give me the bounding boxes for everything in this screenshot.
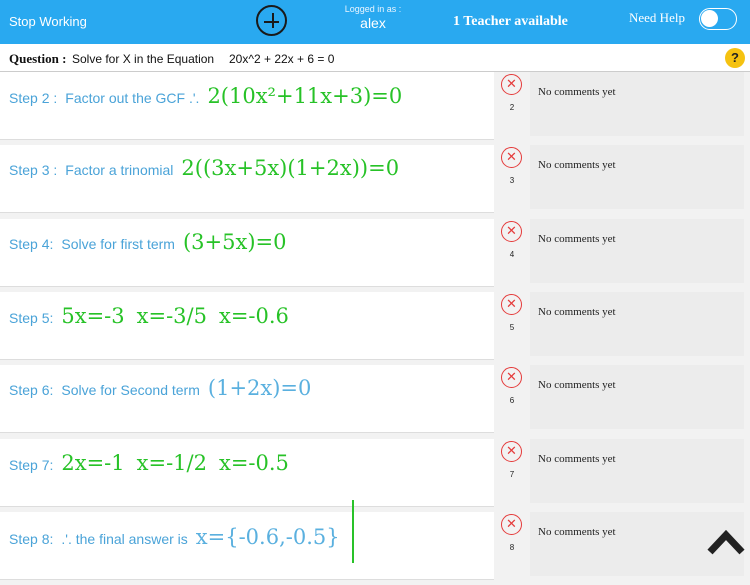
comment-box[interactable]: No comments yet: [530, 365, 744, 430]
step-number: 3: [509, 176, 515, 186]
step-math-expression: x={-0.6,-0.5}: [195, 524, 340, 549]
username: alex: [360, 15, 386, 31]
step-cell[interactable]: Step 3 : Factor a trinomial 2((3x+5x)(1+2x…: [0, 145, 494, 214]
chevron-up-icon[interactable]: [706, 526, 746, 556]
comment-text: No comments yet: [538, 86, 616, 98]
step-number: 8: [509, 542, 515, 552]
comment-text: No comments yet: [538, 379, 616, 392]
step-math-expression: x=-0.6: [218, 303, 289, 328]
delete-step-icon[interactable]: ✕: [501, 367, 522, 389]
comment-text: No comments yet: [538, 159, 616, 172]
step-label: Step 3 :: [9, 162, 58, 179]
step-label: Step 8:: [9, 530, 54, 547]
step-row: Step 6: Solve for Second term (1+2x)=0 ✕ 6 No…: [0, 365, 750, 438]
text-cursor: [352, 500, 354, 563]
step-content: Step 6: Solve for Second term (1+2x)=0: [9, 376, 323, 400]
step-content: Step 7: 2x=-1 x=-1/2 x=-0.5: [9, 451, 301, 475]
delete-step-icon[interactable]: ✕: [501, 220, 522, 242]
step-math-expression: (1+2x)=0: [207, 376, 312, 401]
comment-text: No comments yet: [538, 525, 616, 538]
step-description: .'. the final answer is: [61, 530, 188, 547]
step-row: Step 8: .'. the final answer is x={-0.6,-0…: [0, 511, 750, 585]
step-row: Step 5: 5x=-3 x=-3/5 x=-0.6 ✕ 5 No comments ye…: [0, 291, 750, 365]
delete-step-icon[interactable]: ✕: [501, 440, 522, 462]
comment-text: No comments yet: [538, 305, 616, 318]
comment-box[interactable]: No comments yet: [530, 72, 744, 136]
comment-text: No comments yet: [538, 452, 616, 465]
step-cell[interactable]: Step 6: Solve for Second term (1+2x)=0: [0, 365, 494, 434]
step-cell[interactable]: Step 4: Solve for first term (3+5x)=0: [0, 218, 494, 287]
step-row: Step 7: 2x=-1 x=-1/2 x=-0.5 ✕ 7 No comments ye…: [0, 438, 750, 512]
top-bar: Stop Working Logged in as : alex 1 Teach…: [0, 0, 750, 44]
step-cell[interactable]: Step 8: .'. the final answer is x={-0.6,-0…: [0, 511, 494, 580]
question-text: Solve for X in the Equation: [72, 52, 215, 66]
step-number: 2: [509, 103, 515, 112]
stop-working-button[interactable]: Stop Working: [9, 14, 87, 29]
comment-box[interactable]: No comments yet: [530, 291, 744, 356]
step-label: Step 5:: [9, 309, 54, 326]
step-row: Step 2 : Factor out the GCF .'. 2(10x²+11x…: [0, 72, 750, 145]
question-equation: 20x^2 + 22x + 6 = 0: [229, 52, 335, 66]
delete-step-icon[interactable]: ✕: [501, 293, 522, 315]
step-description: Solve for Second term: [61, 382, 200, 399]
step-content: Step 3 : Factor a trinomial 2((3x+5x)(1+2x…: [9, 156, 411, 180]
step-number: 5: [509, 322, 515, 332]
step-math-expression: 5x=-3: [61, 303, 125, 328]
comment-box[interactable]: No comments yet: [530, 218, 744, 283]
step-math-expression: 2(10x²+11x+3)=0: [207, 84, 403, 108]
step-label: Step 2 :: [9, 90, 58, 106]
step-description: Factor out the GCF .'.: [65, 90, 200, 106]
comment-box[interactable]: No comments yet: [530, 145, 744, 210]
delete-step-icon[interactable]: ✕: [501, 74, 522, 95]
need-help-label: Need Help: [629, 10, 685, 25]
step-row: Step 3 : Factor a trinomial 2((3x+5x)(1+2x…: [0, 145, 750, 218]
help-question-icon[interactable]: ?: [725, 48, 745, 68]
delete-step-icon[interactable]: ✕: [501, 513, 522, 535]
step-cell[interactable]: Step 7: 2x=-1 x=-1/2 x=-0.5: [0, 438, 494, 507]
step-math-expression: (3+5x)=0: [182, 229, 287, 254]
step-cell[interactable]: Step 2 : Factor out the GCF .'. 2(10x²+11x…: [0, 72, 494, 140]
step-content: Step 5: 5x=-3 x=-3/5 x=-0.6: [9, 304, 301, 328]
step-number: 6: [509, 396, 515, 406]
teacher-status: 1 Teacher available: [453, 14, 568, 29]
logged-in-label: Logged in as :: [344, 4, 402, 14]
question-label: Question :: [9, 51, 67, 66]
step-label: Step 4:: [9, 235, 54, 252]
add-step-icon[interactable]: [256, 5, 287, 36]
need-help-toggle[interactable]: [699, 8, 737, 30]
step-math-expression: x=-3/5: [136, 303, 207, 328]
question-bar: Question : Solve for X in the Equation 2…: [0, 44, 750, 72]
step-content: Step 2 : Factor out the GCF .'. 2(10x²+11x…: [9, 84, 414, 108]
step-math-expression: 2((3x+5x)(1+2x))=0: [181, 156, 400, 181]
step-description: Factor a trinomial: [65, 162, 174, 179]
step-cell[interactable]: Step 5: 5x=-3 x=-3/5 x=-0.6: [0, 291, 494, 360]
step-content: Step 8: .'. the final answer is x={-0.6,-0…: [9, 525, 352, 549]
step-number: 4: [509, 249, 515, 259]
step-math-expression: x=-1/2: [136, 450, 207, 475]
comment-box[interactable]: No comments yet: [530, 438, 744, 503]
step-math-expression: 2x=-1: [61, 450, 125, 475]
steps-list: Step 2 : Factor out the GCF .'. 2(10x²+11x…: [0, 72, 750, 580]
toggle-knob: [701, 10, 718, 27]
step-content: Step 4: Solve for first term (3+5x)=0: [9, 230, 298, 254]
step-label: Step 7:: [9, 456, 54, 473]
step-label: Step 6:: [9, 382, 54, 399]
step-description: Solve for first term: [61, 235, 175, 252]
step-number: 7: [509, 469, 515, 479]
comment-text: No comments yet: [538, 232, 616, 245]
step-math-expression: x=-0.5: [218, 450, 289, 475]
delete-step-icon[interactable]: ✕: [501, 147, 522, 169]
step-row: Step 4: Solve for first term (3+5x)=0 ✕ 4 No …: [0, 218, 750, 292]
